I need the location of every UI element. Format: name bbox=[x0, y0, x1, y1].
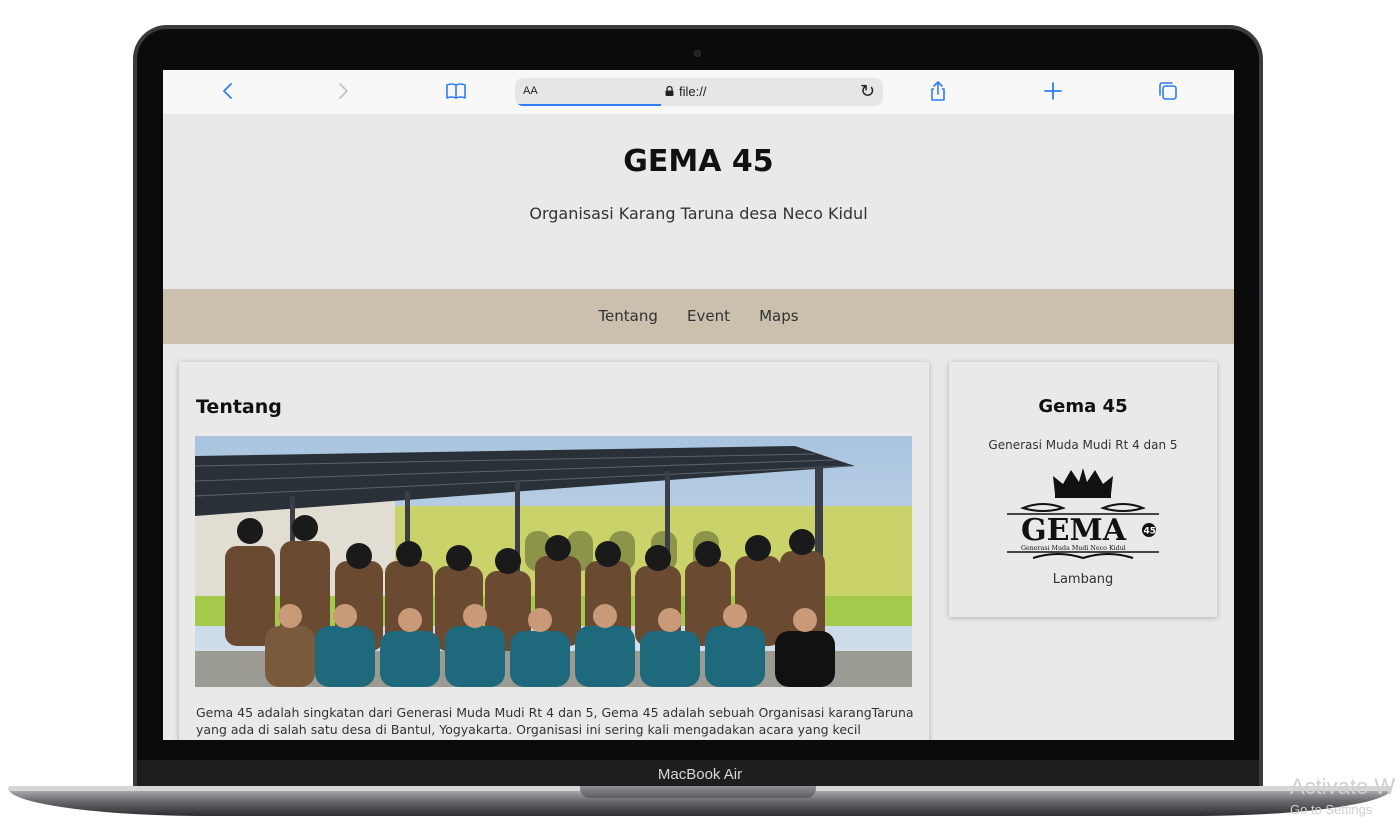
logo-caption: Lambang bbox=[1052, 572, 1114, 587]
nav-item-tentang[interactable]: Tentang bbox=[598, 289, 657, 344]
book-icon[interactable] bbox=[443, 80, 469, 104]
logo-tagline: Generasi Muda Mudi Neco Kidul bbox=[1021, 545, 1126, 552]
browser-screen: AA file:// ↻ GEMA 45 Organisasi Karang T… bbox=[163, 70, 1234, 740]
chevron-right-icon[interactable] bbox=[330, 80, 356, 104]
profile-title: Gema 45 bbox=[1038, 396, 1128, 417]
main-nav: Tentang Event Maps bbox=[163, 289, 1234, 344]
page-subtitle: Organisasi Karang Taruna desa Neco Kidul bbox=[529, 204, 868, 223]
page-title: GEMA 45 bbox=[623, 144, 774, 179]
page-header: GEMA 45 Organisasi Karang Taruna desa Ne… bbox=[163, 114, 1234, 289]
device-model-label: MacBook Air bbox=[657, 766, 743, 783]
nav-item-event[interactable]: Event bbox=[687, 289, 730, 344]
lock-icon bbox=[665, 86, 674, 96]
about-body-text: Gema 45 adalah singkatan dari Generasi M… bbox=[196, 705, 914, 740]
address-bar[interactable]: AA file:// ↻ bbox=[515, 78, 883, 106]
watermark-line-1: Activate W bbox=[1290, 774, 1396, 799]
profile-subtitle: Generasi Muda Mudi Rt 4 dan 5 bbox=[988, 438, 1178, 452]
plus-icon[interactable] bbox=[1040, 80, 1066, 104]
laptop-opening-notch bbox=[580, 786, 816, 798]
tabs-icon[interactable] bbox=[1155, 80, 1181, 104]
profile-card: Gema 45 Generasi Muda Mudi Rt 4 dan 5 GE… bbox=[949, 362, 1217, 617]
activation-watermark: Activate W Go to Settings bbox=[1290, 774, 1395, 817]
page-load-progress bbox=[515, 104, 661, 106]
browser-toolbar: AA file:// ↻ bbox=[163, 70, 1234, 114]
logo-number: 45 bbox=[1144, 527, 1157, 537]
chevron-left-icon[interactable] bbox=[215, 80, 241, 104]
group-photo bbox=[195, 436, 912, 687]
url-text: file:// bbox=[679, 84, 707, 99]
watermark-line-2: Go to Settings bbox=[1290, 802, 1373, 817]
share-icon[interactable] bbox=[925, 80, 951, 104]
nav-item-maps[interactable]: Maps bbox=[759, 289, 798, 344]
gema-logo: GEMA 45 Generasi Muda Mudi Neco Kidul bbox=[1003, 464, 1163, 564]
logo-wordmark: GEMA bbox=[1021, 513, 1127, 548]
about-card: Tentang Gema 45 adalah singkatan dari Ge… bbox=[179, 362, 929, 740]
reload-icon[interactable]: ↻ bbox=[860, 81, 875, 102]
camera-icon bbox=[694, 50, 701, 57]
reader-aa-button[interactable]: AA bbox=[523, 85, 538, 97]
about-title: Tentang bbox=[196, 396, 282, 418]
